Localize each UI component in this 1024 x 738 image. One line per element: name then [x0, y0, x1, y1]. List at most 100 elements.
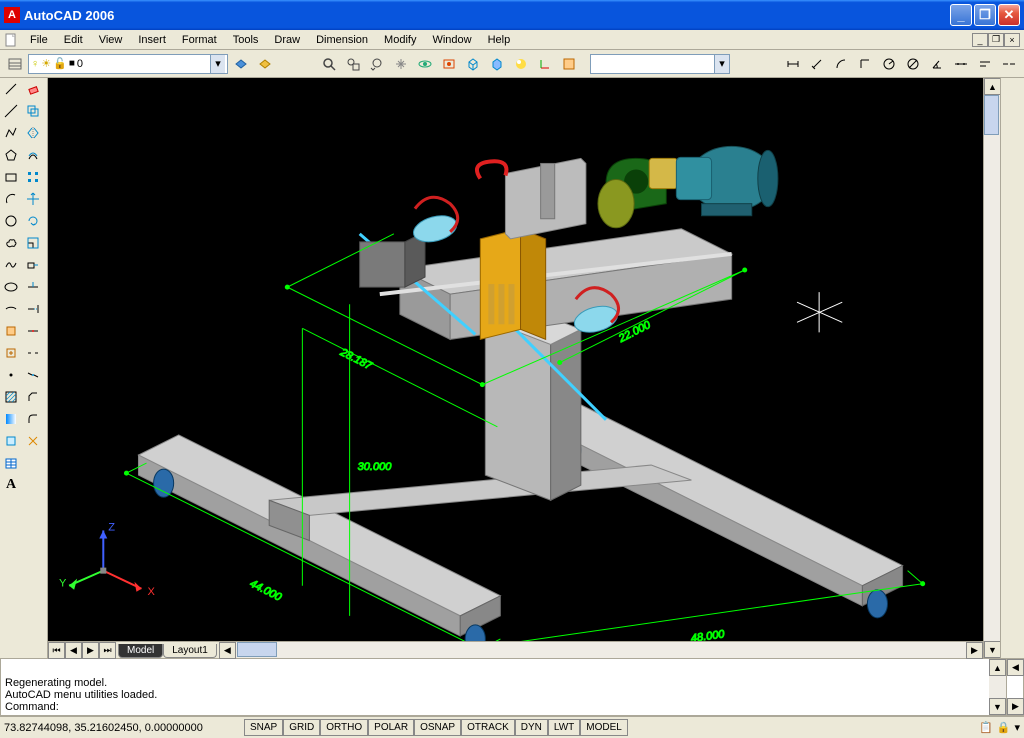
make-block-tool[interactable] — [0, 342, 22, 364]
stretch-tool[interactable] — [22, 254, 44, 276]
hscroll-left-button[interactable]: ◀ — [219, 642, 236, 659]
orbit-button[interactable] — [414, 53, 436, 75]
dim-arc-button[interactable] — [830, 53, 852, 75]
trim-tool[interactable] — [22, 276, 44, 298]
extend-tool[interactable] — [22, 298, 44, 320]
cmd-scroll-down-button[interactable]: ▼ — [989, 698, 1006, 715]
status-tray-icon[interactable]: ▾ — [1014, 721, 1020, 734]
circle-tool[interactable] — [0, 210, 22, 232]
xline-tool[interactable] — [0, 100, 22, 122]
polygon-tool[interactable] — [0, 144, 22, 166]
hscroll-track[interactable]: ◀ ▶ — [219, 642, 983, 658]
point-tool[interactable] — [0, 364, 22, 386]
tab-model[interactable]: Model — [118, 644, 163, 658]
named-views-button[interactable] — [438, 53, 460, 75]
comm-center-icon[interactable]: 📋 — [979, 721, 993, 734]
close-button[interactable]: ✕ — [998, 4, 1020, 26]
cmd-hscroll-right-button[interactable]: ▶ — [1007, 698, 1024, 715]
dim-linear-button[interactable] — [782, 53, 804, 75]
menu-edit[interactable]: Edit — [56, 32, 91, 48]
dropdown-icon[interactable]: ▾ — [210, 55, 225, 73]
arc-tool[interactable] — [0, 188, 22, 210]
render-button[interactable] — [510, 53, 532, 75]
vscroll-up-button[interactable]: ▲ — [984, 78, 1001, 95]
layer-properties-button[interactable] — [4, 53, 26, 75]
vscroll-track[interactable] — [984, 95, 1000, 641]
toolbar-extra1-button[interactable] — [558, 53, 580, 75]
hscroll-thumb[interactable] — [237, 642, 277, 657]
menu-help[interactable]: Help — [480, 32, 519, 48]
dim-continue-button[interactable] — [998, 53, 1020, 75]
tab-prev-button[interactable]: ◀ — [65, 642, 82, 659]
dim-ordinate-button[interactable] — [854, 53, 876, 75]
gradient-tool[interactable] — [0, 408, 22, 430]
rectangle-tool[interactable] — [0, 166, 22, 188]
3d-views-button[interactable] — [462, 53, 484, 75]
scale-tool[interactable] — [22, 232, 44, 254]
grid-toggle[interactable]: GRID — [283, 719, 320, 736]
vscroll-down-button[interactable]: ▼ — [984, 641, 1001, 658]
text-tool[interactable]: A — [0, 474, 22, 496]
mirror-tool[interactable] — [22, 122, 44, 144]
menu-insert[interactable]: Insert — [130, 32, 174, 48]
hscroll-right-button[interactable]: ▶ — [966, 642, 983, 659]
table-tool[interactable] — [0, 452, 22, 474]
menu-modify[interactable]: Modify — [376, 32, 424, 48]
doc-restore-button[interactable]: ❐ — [988, 33, 1004, 47]
minimize-button[interactable]: _ — [950, 4, 972, 26]
spline-tool[interactable] — [0, 254, 22, 276]
break-tool[interactable] — [22, 342, 44, 364]
array-tool[interactable] — [22, 166, 44, 188]
offset-tool[interactable] — [22, 144, 44, 166]
cmd-hscroll-left-button[interactable]: ◀ — [1007, 659, 1024, 676]
modify-erase-tool[interactable] — [22, 78, 44, 100]
menu-format[interactable]: Format — [174, 32, 225, 48]
ellipse-arc-tool[interactable] — [0, 298, 22, 320]
revcloud-tool[interactable] — [0, 232, 22, 254]
chamfer-tool[interactable] — [22, 386, 44, 408]
shade-button[interactable] — [486, 53, 508, 75]
menu-tools[interactable]: Tools — [225, 32, 267, 48]
layer-states-button[interactable] — [230, 53, 252, 75]
snap-toggle[interactable]: SNAP — [244, 719, 283, 736]
otrack-toggle[interactable]: OTRACK — [461, 719, 515, 736]
line-tool[interactable] — [0, 78, 22, 100]
dim-aligned-button[interactable] — [806, 53, 828, 75]
menu-window[interactable]: Window — [424, 32, 479, 48]
tab-next-button[interactable]: ▶ — [82, 642, 99, 659]
pan-button[interactable] — [390, 53, 412, 75]
zoom-realtime-button[interactable] — [318, 53, 340, 75]
pline-tool[interactable] — [0, 122, 22, 144]
osnap-toggle[interactable]: OSNAP — [414, 719, 461, 736]
ortho-toggle[interactable]: ORTHO — [320, 719, 368, 736]
copy-tool[interactable] — [22, 100, 44, 122]
zoom-previous-button[interactable] — [366, 53, 388, 75]
region-tool[interactable] — [0, 430, 22, 452]
tab-first-button[interactable]: ⏮ — [48, 642, 65, 659]
menu-file[interactable]: File — [22, 32, 56, 48]
modify-extra2-tool[interactable] — [22, 474, 44, 496]
model-viewport[interactable]: 28.187 22.000 30.000 44.000 48.000 — [48, 78, 983, 641]
lock-status-icon[interactable]: 🔒 — [997, 721, 1011, 734]
dim-diameter-button[interactable] — [902, 53, 924, 75]
polar-toggle[interactable]: POLAR — [368, 719, 414, 736]
hatch-tool[interactable] — [0, 386, 22, 408]
insert-block-tool[interactable] — [0, 320, 22, 342]
layer-previous-button[interactable] — [254, 53, 276, 75]
move-tool[interactable] — [22, 188, 44, 210]
command-input[interactable] — [62, 701, 985, 713]
right-tool-1[interactable] — [1001, 78, 1023, 100]
layer-combo[interactable]: ♀ ☀ 🔓 ■ 0 ▾ — [28, 54, 228, 74]
cmd-scroll-track[interactable] — [989, 676, 1006, 698]
ucs-button[interactable] — [534, 53, 556, 75]
ellipse-tool[interactable] — [0, 276, 22, 298]
modify-extra-tool[interactable] — [22, 452, 44, 474]
linetype-combo[interactable]: ▾ — [590, 54, 730, 74]
dropdown-icon[interactable]: ▾ — [714, 55, 729, 73]
join-tool[interactable] — [22, 364, 44, 386]
cmd-scroll-up-button[interactable]: ▲ — [989, 659, 1006, 676]
dyn-toggle[interactable]: DYN — [515, 719, 548, 736]
menu-view[interactable]: View — [91, 32, 131, 48]
tab-last-button[interactable]: ⏭ — [99, 642, 116, 659]
explode-tool[interactable] — [22, 430, 44, 452]
